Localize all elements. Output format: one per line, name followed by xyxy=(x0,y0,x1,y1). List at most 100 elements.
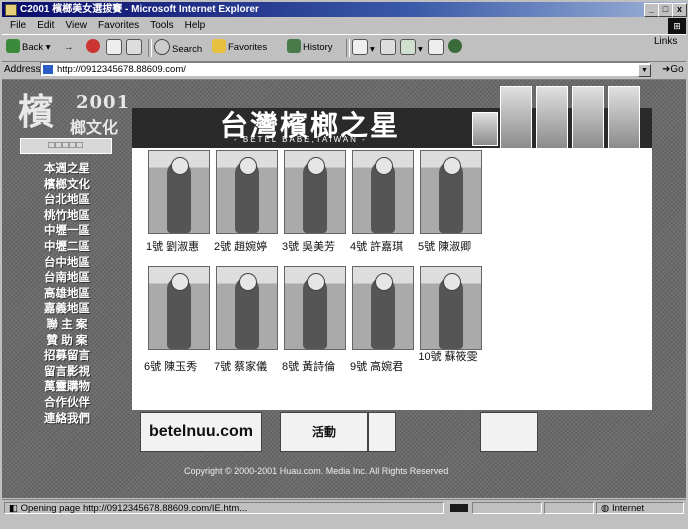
contestant-caption[interactable]: 8號 黃詩倫 xyxy=(282,358,335,374)
nav-item[interactable]: 台北地區 xyxy=(24,193,110,209)
back-arrow-icon xyxy=(6,39,20,53)
status-text: ◧ Opening page http://0912345678.88609.c… xyxy=(4,502,444,514)
nav-item[interactable]: 中壢二區 xyxy=(24,240,110,256)
forward-button[interactable]: → xyxy=(64,39,74,57)
nav-item[interactable]: 桃竹地區 xyxy=(24,209,110,225)
print-icon xyxy=(380,39,396,55)
menu-edit[interactable]: Edit xyxy=(37,19,54,33)
close-button[interactable]: x xyxy=(672,3,687,17)
progress-indicator xyxy=(450,504,468,512)
sponsor-logo[interactable]: 活動 xyxy=(280,412,368,452)
banner-photo xyxy=(536,86,568,150)
sponsor-logo[interactable]: betelnuu.com xyxy=(140,412,262,452)
links-button[interactable]: Links xyxy=(654,36,677,47)
mail-button[interactable]: ▾ xyxy=(352,39,375,57)
menu-file[interactable]: File xyxy=(10,19,26,33)
discuss-icon xyxy=(428,39,444,55)
menu-favorites[interactable]: Favorites xyxy=(98,19,139,33)
globe-icon: ◍ xyxy=(601,503,612,514)
status-pane xyxy=(472,502,542,514)
contestant-photo[interactable] xyxy=(352,266,414,350)
sponsor-logo[interactable] xyxy=(368,412,396,452)
messenger-button[interactable] xyxy=(448,39,464,57)
edit-button[interactable]: ▾ xyxy=(400,39,423,57)
banner-photo xyxy=(500,86,532,150)
banner-subtitle: - BETEL BABE,TAIWAN - xyxy=(234,135,367,144)
nav-item[interactable]: 連絡我們 xyxy=(24,412,110,428)
stop-button[interactable] xyxy=(86,39,102,57)
contestant-caption[interactable]: 4號 許嘉琪 xyxy=(350,238,403,254)
print-button[interactable] xyxy=(380,39,398,57)
nav-item[interactable]: 本週之星 xyxy=(24,162,110,178)
site-nav: 本週之星 檳榔文化 台北地區 桃竹地區 中壢一區 中壢二區 台中地區 台南地區 … xyxy=(24,162,110,427)
nav-item[interactable]: 高雄地區 xyxy=(24,287,110,303)
window-title: C2001 檳榔美女選拔賽 - Microsoft Internet Explo… xyxy=(20,4,259,15)
contestant-photo[interactable] xyxy=(148,266,210,350)
contestant-caption[interactable]: 6號 陳玉秀 xyxy=(144,358,197,374)
status-bar: ◧ Opening page http://0912345678.88609.c… xyxy=(2,499,686,516)
page-content: 檳 2001 榔文化 □□□□□ 本週之星 檳榔文化 台北地區 桃竹地區 中壢一… xyxy=(2,80,686,498)
menu-tools[interactable]: Tools xyxy=(150,19,173,33)
maximize-button[interactable]: □ xyxy=(658,3,673,17)
banner-photo xyxy=(472,112,498,146)
sponsor-bar: betelnuu.com 活動 Copyright © 2000-2001 Hu… xyxy=(132,408,652,478)
contestant-caption[interactable]: 7號 蔡家儀 xyxy=(214,358,267,374)
copyright-text: Copyright © 2000-2001 Huau.com. Media In… xyxy=(184,466,449,476)
sponsor-photo[interactable] xyxy=(480,412,538,452)
contestant-photo[interactable] xyxy=(352,150,414,234)
search-icon xyxy=(154,39,170,55)
contestant-caption[interactable]: 10號 蘇筱雯 xyxy=(418,348,478,364)
toolbar-divider xyxy=(148,39,152,57)
back-button[interactable]: Back ▾ xyxy=(6,39,51,57)
home-button[interactable] xyxy=(126,39,144,57)
address-dropdown[interactable]: ▼ xyxy=(638,64,651,77)
edit-icon xyxy=(400,39,416,55)
contestant-caption[interactable]: 1號 劉淑惠 xyxy=(146,238,199,254)
page-icon xyxy=(43,65,53,74)
history-button[interactable]: History xyxy=(287,39,333,57)
windows-logo-icon: ⊞ xyxy=(668,18,686,34)
contestant-caption[interactable]: 9號 高婉君 xyxy=(350,358,403,374)
contestant-photo[interactable] xyxy=(420,266,482,350)
home-icon xyxy=(126,39,142,55)
refresh-button[interactable] xyxy=(106,39,124,57)
contestant-photo[interactable] xyxy=(420,150,482,234)
contestant-photo[interactable] xyxy=(284,266,346,350)
page-loading-icon: ◧ xyxy=(9,503,21,514)
security-zone: ◍ Internet xyxy=(596,502,684,514)
banner-photo xyxy=(608,86,640,150)
nav-item[interactable]: 合作伙伴 xyxy=(24,396,110,412)
toolbar-divider xyxy=(346,39,350,57)
discuss-button[interactable] xyxy=(428,39,446,57)
banner-photo xyxy=(572,86,604,150)
search-button[interactable]: Search xyxy=(154,39,202,57)
toolbar: Back ▾ → Search Favorites History ▾ ▾ xyxy=(2,34,686,62)
go-button[interactable]: ➜Go xyxy=(662,64,684,75)
nav-item[interactable]: 聯 主 案 xyxy=(24,318,110,334)
nav-item[interactable]: 檳榔文化 xyxy=(24,178,110,194)
contestant-photo[interactable] xyxy=(148,150,210,234)
contestant-photo[interactable] xyxy=(216,266,278,350)
mail-icon xyxy=(352,39,368,55)
site-logo[interactable]: 檳 2001 榔文化 xyxy=(16,90,129,138)
nav-item[interactable]: 台南地區 xyxy=(24,271,110,287)
contestant-caption[interactable]: 2號 趙婉婷 xyxy=(214,238,267,254)
minimize-button[interactable]: _ xyxy=(644,3,659,17)
favorites-button[interactable]: Favorites xyxy=(212,39,267,57)
messenger-icon xyxy=(448,39,462,53)
address-input[interactable]: http://0912345678.88609.com/ xyxy=(40,62,650,76)
nav-item[interactable]: 贊 助 案 xyxy=(24,334,110,350)
contestant-caption[interactable]: 5號 陳淑卿 xyxy=(418,238,471,254)
nav-item[interactable]: 招募留言 xyxy=(24,349,110,365)
nav-header-button[interactable]: □□□□□ xyxy=(20,138,112,154)
nav-item[interactable]: 中壢一區 xyxy=(24,224,110,240)
nav-item[interactable]: 留言影視 xyxy=(24,365,110,381)
menu-help[interactable]: Help xyxy=(185,19,206,33)
contestant-caption[interactable]: 3號 吳美芳 xyxy=(282,238,335,254)
nav-item[interactable]: 台中地區 xyxy=(24,256,110,272)
nav-item[interactable]: 萬靈購物 xyxy=(24,380,110,396)
menu-view[interactable]: View xyxy=(65,19,87,33)
contestant-photo[interactable] xyxy=(284,150,346,234)
contestant-photo[interactable] xyxy=(216,150,278,234)
nav-item[interactable]: 嘉義地區 xyxy=(24,302,110,318)
